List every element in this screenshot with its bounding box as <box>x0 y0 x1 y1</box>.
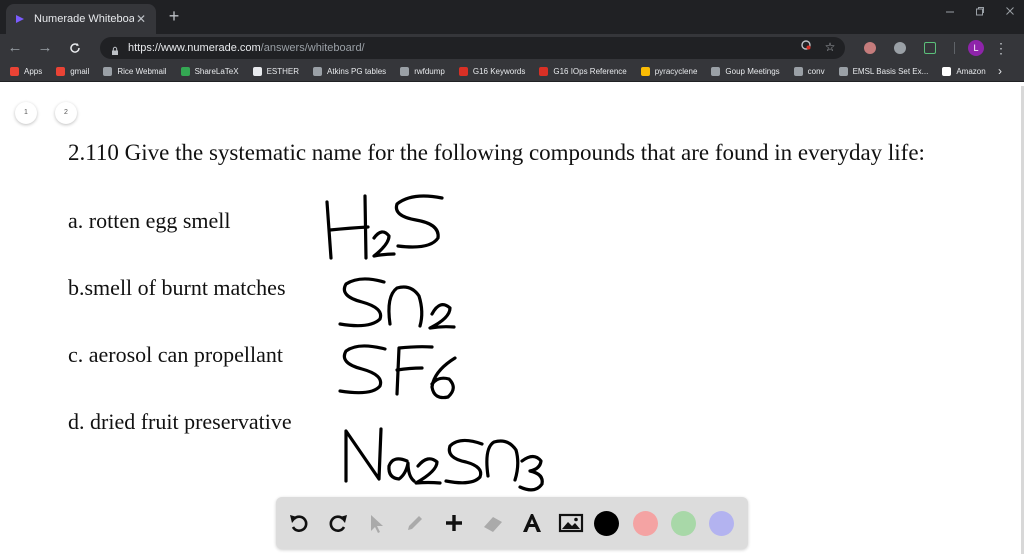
bookmark-favicon-icon <box>539 67 549 76</box>
bookmark-item[interactable]: Amazon <box>942 67 986 76</box>
minimize-icon[interactable] <box>936 6 964 22</box>
undo-icon[interactable] <box>284 508 314 538</box>
bookmarks-bar: Apps gmail Rice Webmail ShareLaTeX ESTHER Atk… <box>0 62 1024 82</box>
extension-icon-1[interactable] <box>864 42 876 54</box>
bookmark-favicon-icon <box>458 67 468 76</box>
pointer-icon[interactable] <box>361 508 391 538</box>
url-host: https://www.numerade.com <box>128 42 261 54</box>
bookmark-favicon-icon <box>180 67 190 76</box>
bookmark-favicon-icon <box>400 67 410 76</box>
toolbar-divider <box>954 42 955 54</box>
bookmark-item[interactable]: Goup Meetings <box>711 67 780 76</box>
browser-tab-strip: Numerade Whiteboard ✕ + <box>0 0 1024 34</box>
bookmark-favicon-icon <box>838 67 848 76</box>
bookmark-favicon-icon <box>942 67 952 76</box>
bookmark-label: G16 Keywords <box>472 67 526 76</box>
extension-icon-3[interactable] <box>924 42 936 54</box>
restore-icon[interactable] <box>966 6 994 22</box>
address-bar[interactable]: https://www.numerade.com/answers/whitebo… <box>100 37 845 59</box>
redo-icon[interactable] <box>323 508 353 538</box>
bookmark-label: G16 IOps Reference <box>553 67 627 76</box>
whiteboard-canvas[interactable]: 1 2 2.110 Give the systematic name for t… <box>0 86 1024 554</box>
bookmark-item[interactable]: G16 Keywords <box>458 67 526 76</box>
bookmark-label: ESTHER <box>266 67 300 76</box>
browser-toolbar: ← → https://www.numerade.com/answers/whi… <box>0 34 1024 62</box>
bookmark-label: Atkins PG tables <box>327 67 387 76</box>
bookmark-label: Apps <box>24 67 43 76</box>
tab-close-icon[interactable]: ✕ <box>134 12 148 26</box>
numerade-favicon-icon <box>14 13 26 25</box>
tab-title: Numerade Whiteboard <box>34 13 134 25</box>
handwritten-answer-c <box>338 344 457 400</box>
handwritten-answer-d <box>344 427 544 492</box>
bookmark-item[interactable]: EMSL Basis Set Ex... <box>838 67 929 76</box>
handwritten-answer-a <box>325 194 444 260</box>
color-swatch-black[interactable] <box>594 511 619 536</box>
image-icon[interactable] <box>556 508 586 538</box>
handwritten-answers <box>325 194 544 492</box>
browser-tab[interactable]: Numerade Whiteboard ✕ <box>6 4 156 34</box>
color-swatch-pink[interactable] <box>633 511 658 536</box>
bookmark-label: Rice Webmail <box>117 67 167 76</box>
color-swatch-green[interactable] <box>671 511 696 536</box>
whiteboard-toolbar <box>276 497 748 549</box>
bookmark-item[interactable]: gmail <box>56 67 89 76</box>
bookmark-item[interactable]: Rice Webmail <box>103 67 167 76</box>
bookmark-label: conv <box>807 67 825 76</box>
lock-icon <box>110 43 120 55</box>
bookmark-star-icon[interactable]: ☆ <box>822 39 838 55</box>
bookmark-label: Goup Meetings <box>725 67 780 76</box>
bookmark-item[interactable]: Apps <box>10 67 42 76</box>
profile-avatar[interactable]: L <box>968 40 984 56</box>
handwritten-answer-b <box>338 277 456 330</box>
pencil-icon[interactable] <box>400 508 430 538</box>
bookmark-item[interactable]: ShareLaTeX <box>180 67 239 76</box>
back-arrow-icon[interactable]: ← <box>4 37 26 59</box>
bookmark-label: Amazon <box>956 67 986 76</box>
eraser-icon[interactable] <box>478 508 508 538</box>
bookmark-item[interactable]: conv <box>793 67 825 76</box>
bookmark-item[interactable]: pyracyclene <box>640 67 698 76</box>
url-path: /answers/whiteboard/ <box>260 42 365 54</box>
bookmark-favicon-icon <box>793 67 803 76</box>
reload-icon[interactable] <box>64 37 86 59</box>
bookmark-item[interactable]: G16 IOps Reference <box>539 67 627 76</box>
bookmark-label: pyracyclene <box>654 67 698 76</box>
add-icon[interactable] <box>439 508 469 538</box>
bookmark-favicon-icon <box>640 67 650 76</box>
bookmarks-overflow-icon[interactable]: › <box>998 64 1002 78</box>
browser-menu-icon[interactable]: ⋮ <box>994 39 1008 57</box>
bookmark-item[interactable]: ESTHER <box>252 67 300 76</box>
bookmark-label: EMSL Basis Set Ex... <box>852 67 929 76</box>
close-window-icon[interactable] <box>996 6 1024 22</box>
bookmark-favicon-icon <box>252 67 262 76</box>
text-icon[interactable] <box>517 508 547 538</box>
bookmark-label: ShareLaTeX <box>194 67 239 76</box>
bookmark-favicon-icon <box>10 67 19 76</box>
extension-icon-2[interactable] <box>894 42 906 54</box>
forward-arrow-icon[interactable]: → <box>34 37 56 59</box>
bookmark-item[interactable]: Atkins PG tables <box>313 67 386 76</box>
bookmark-item[interactable]: rwfdump <box>400 67 445 76</box>
bookmark-favicon-icon <box>103 67 113 76</box>
bookmark-label: rwfdump <box>414 67 445 76</box>
bookmark-favicon-icon <box>711 67 721 76</box>
bookmark-favicon-icon <box>56 67 66 76</box>
site-settings-icon[interactable] <box>798 39 814 55</box>
bookmark-label: gmail <box>70 67 90 76</box>
color-swatch-lavender[interactable] <box>709 511 734 536</box>
new-tab-button[interactable]: + <box>164 6 184 26</box>
bookmark-favicon-icon <box>313 67 323 76</box>
